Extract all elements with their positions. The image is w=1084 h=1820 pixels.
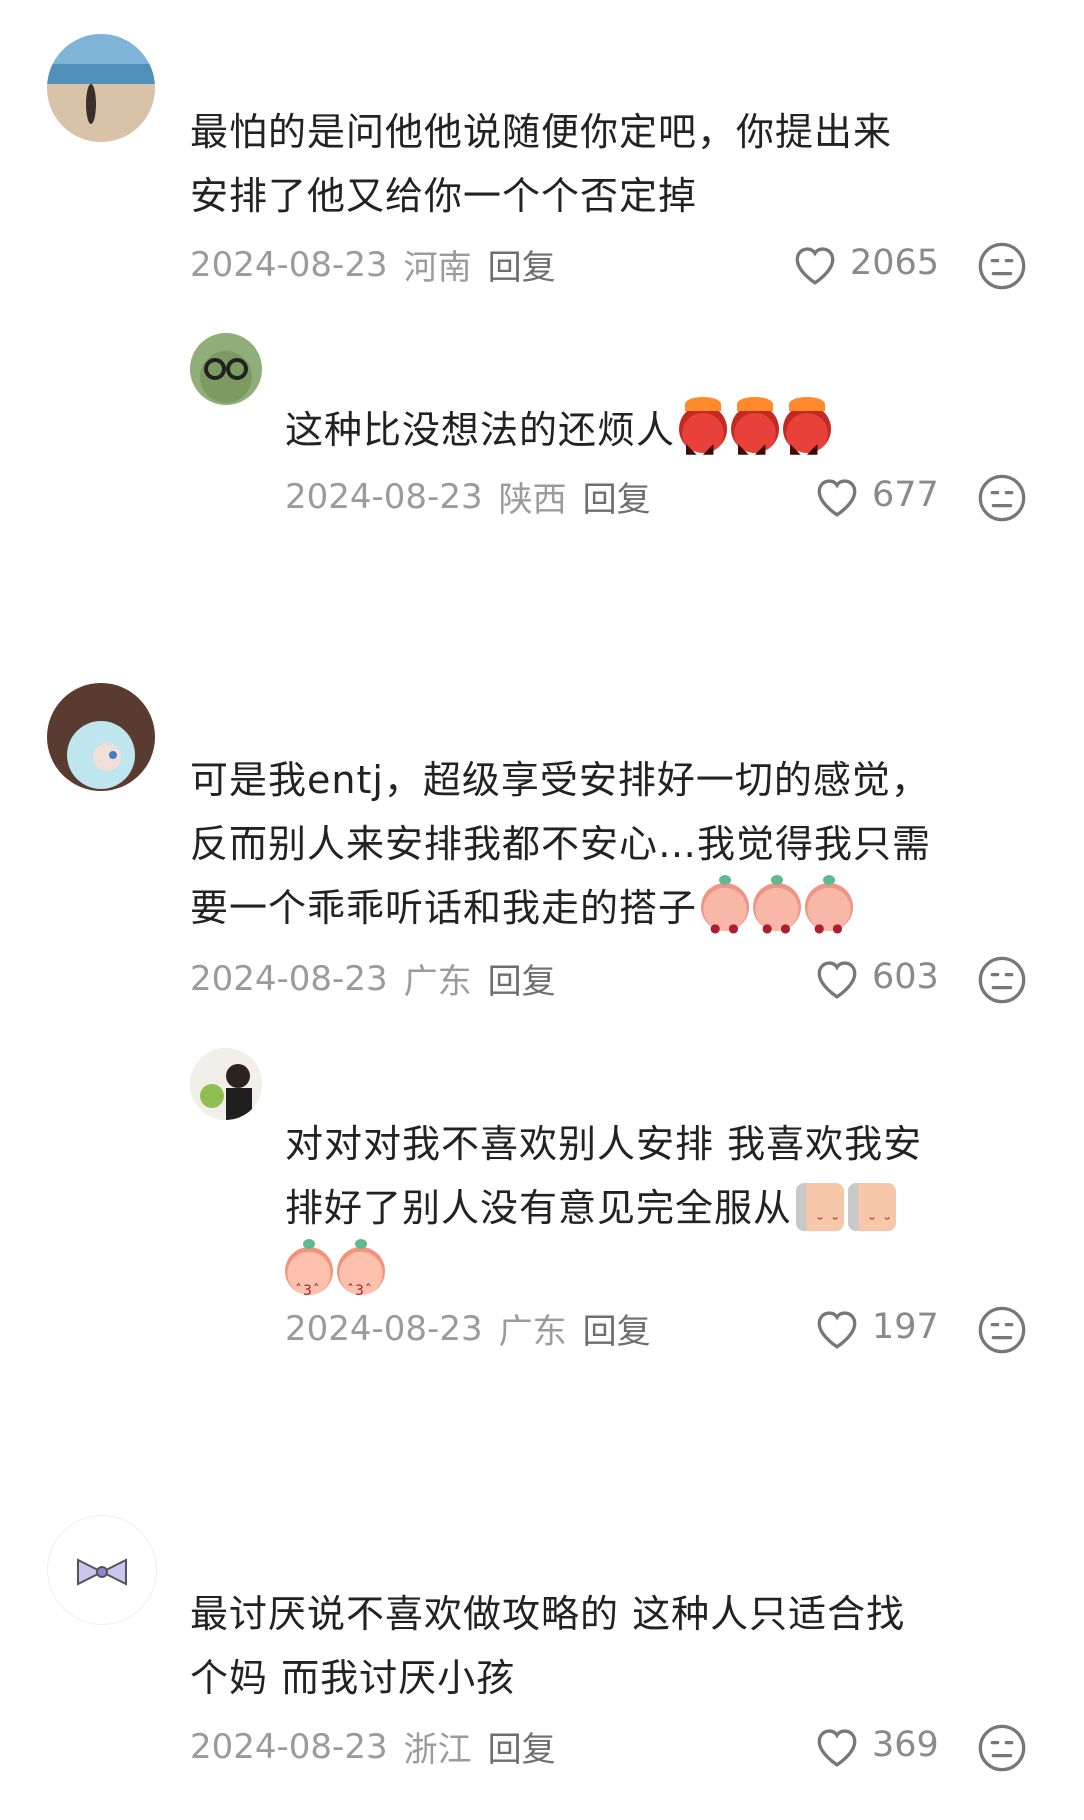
- comment-line: 这种比没想法的还烦人: [285, 408, 676, 452]
- meh-face-icon[interactable]: [976, 1304, 1028, 1356]
- like-button[interactable]: 2065: [790, 240, 939, 286]
- meh-face-icon[interactable]: [976, 954, 1028, 1006]
- like-count: 2065: [850, 243, 940, 283]
- comment-text: 最怕的是问他他说随便你定吧，你提出来 安排了他又给你一个个否定掉: [190, 100, 892, 228]
- reply-text: 对对对我不喜欢别人安排 我喜欢我安 排好了别人没有意见完全服从: [285, 1112, 923, 1323]
- avatar[interactable]: [47, 34, 155, 142]
- comment-line: 最怕的是问他他说随便你定吧，你提出来: [190, 110, 893, 154]
- like-count: 603: [872, 957, 939, 997]
- comment-line: 对对对我不喜欢别人安排 我喜欢我安: [285, 1122, 923, 1166]
- reply-button[interactable]: 回复: [488, 954, 556, 1003]
- comment-text: 最讨厌说不喜欢做攻略的 这种人只适合找 个妈 而我讨厌小孩: [190, 1582, 905, 1710]
- reply-button[interactable]: 回复: [488, 240, 556, 289]
- comment-line: 最讨厌说不喜欢做攻略的 这种人只适合找: [190, 1592, 906, 1636]
- heart-outline-icon: [812, 472, 862, 518]
- avatar[interactable]: [190, 333, 262, 405]
- pleading-face-emoji: [701, 875, 750, 960]
- avatar[interactable]: [47, 683, 155, 791]
- comment-line: 要一个乖乖听话和我走的搭子: [190, 886, 698, 930]
- reply-button[interactable]: 回复: [583, 1304, 651, 1353]
- peeking-face-emoji: [796, 1183, 845, 1257]
- like-button[interactable]: 603: [812, 954, 939, 1000]
- comment-region: 河南: [403, 248, 472, 288]
- comment-meta: 2024-08-23 广东 回复: [285, 1304, 651, 1353]
- heart-outline-icon: [812, 954, 862, 1000]
- like-button[interactable]: 677: [812, 472, 939, 518]
- comment-meta: 2024-08-23 河南 回复: [190, 240, 556, 289]
- comment-date: 2024-08-23: [190, 1726, 388, 1767]
- comment-date: 2024-08-23: [190, 958, 388, 999]
- comment-region: 陕西: [498, 480, 567, 520]
- reply-text: 这种比没想法的还烦人: [285, 397, 832, 481]
- meh-face-icon[interactable]: [976, 1722, 1028, 1774]
- reply-button[interactable]: 回复: [583, 472, 651, 521]
- comment-meta: 2024-08-23 广东 回复: [190, 954, 556, 1003]
- comment-date: 2024-08-23: [285, 1308, 483, 1349]
- comment-line: 可是我entj，超级享受安排好一切的感觉，: [190, 758, 930, 802]
- avatar[interactable]: [190, 1048, 262, 1120]
- angry-face-emoji: [679, 397, 728, 481]
- comment-date: 2024-08-23: [190, 244, 388, 285]
- reply-button[interactable]: 回复: [488, 1722, 556, 1771]
- kissing-face-emoji: [337, 1239, 385, 1323]
- comment-line: 个妈 而我讨厌小孩: [190, 1656, 516, 1700]
- comment-line: 排好了别人没有意见完全服从: [285, 1186, 793, 1230]
- comment-region: 浙江: [403, 1730, 472, 1770]
- peeking-face-emoji: [848, 1183, 897, 1257]
- pleading-face-emoji: [805, 875, 854, 960]
- heart-outline-icon: [790, 240, 840, 286]
- like-button[interactable]: 369: [812, 1722, 939, 1768]
- like-count: 369: [872, 1725, 939, 1765]
- like-count: 677: [872, 475, 939, 515]
- like-button[interactable]: 197: [812, 1304, 939, 1350]
- comment-region: 广东: [403, 962, 472, 1002]
- comment-date: 2024-08-23: [285, 476, 483, 517]
- kissing-face-emoji: [285, 1239, 333, 1323]
- like-count: 197: [872, 1307, 939, 1347]
- comment-line: 反而别人来安排我都不安心…我觉得我只需: [190, 822, 932, 866]
- heart-outline-icon: [812, 1304, 862, 1350]
- comment-region: 广东: [498, 1312, 567, 1352]
- heart-outline-icon: [812, 1722, 862, 1768]
- comment-text: 可是我entj，超级享受安排好一切的感觉， 反而别人来安排我都不安心…我觉得我只…: [190, 748, 932, 960]
- pleading-face-emoji: [753, 875, 802, 960]
- comment-meta: 2024-08-23 浙江 回复: [190, 1722, 556, 1771]
- angry-face-emoji: [731, 397, 780, 481]
- comment-meta: 2024-08-23 陕西 回复: [285, 472, 651, 521]
- avatar[interactable]: [47, 1515, 157, 1625]
- angry-face-emoji: [783, 397, 832, 481]
- comment-line: 安排了他又给你一个个否定掉: [190, 174, 698, 218]
- meh-face-icon[interactable]: [976, 472, 1028, 524]
- meh-face-icon[interactable]: [976, 240, 1028, 292]
